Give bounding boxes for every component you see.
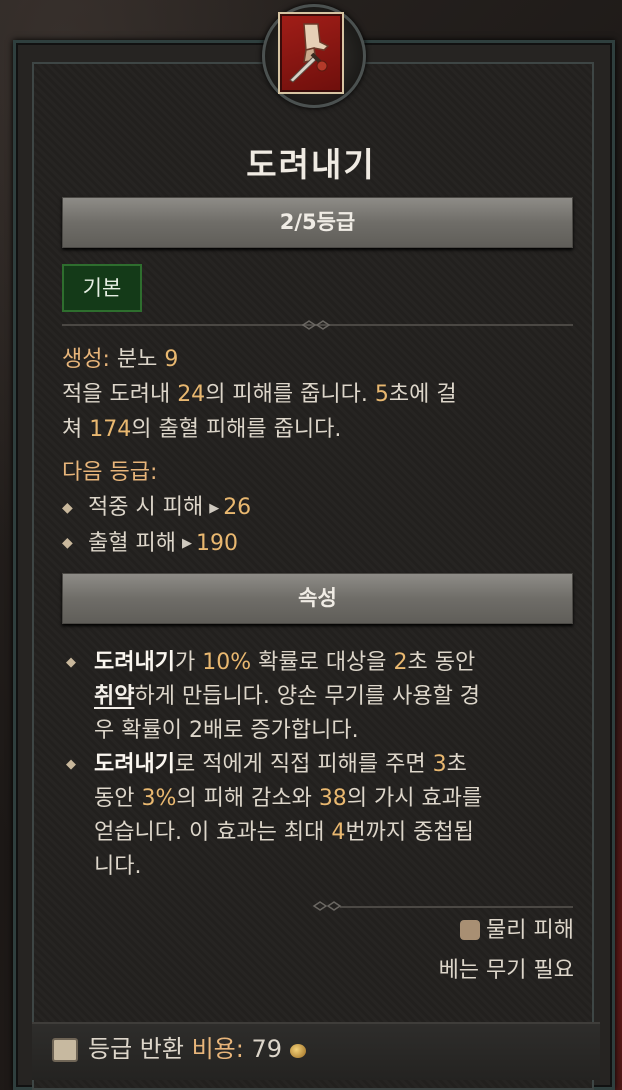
prop-text: 하게 만듭니다. 양손 무기를 사용할 경 [134, 684, 481, 709]
prop-text: 로 적에게 직접 피해를 주면 [174, 752, 433, 777]
tag-basic: 기본 [62, 264, 142, 312]
gauntlet-dagger-icon [289, 23, 330, 83]
property-item-2: ◆ 도려내기로 적에게 직접 피해를 주면 3초 동안 3%의 피해 감소와 3… [66, 748, 566, 884]
generate-value: 9 [164, 347, 179, 372]
desc-text: 의 출혈 피해를 줍니다. [131, 417, 342, 442]
divider-ornament [301, 320, 331, 330]
desc-text: 의 피해를 줍니다. [205, 382, 375, 407]
next-rank-row: ◆ 출혈 피해 ▶ 190 [62, 526, 582, 562]
prop-text: 확률로 대상을 [251, 650, 394, 675]
prop-text: 얻습니다. 이 효과는 최대 [94, 820, 332, 845]
damage-type-label: 물리 피해 [486, 918, 574, 943]
gold-coin-icon [289, 1044, 306, 1058]
next-rank-block: 다음 등급: ◆ 적중 시 피해 ▶ 26 ◆ 출혈 피해 ▶ 190 [62, 455, 582, 561]
fist-icon [460, 920, 481, 940]
damage-type-tag: 물리 피해 [460, 912, 574, 944]
properties-header: 속성 [298, 586, 337, 610]
next-rank-stat-value: 190 [195, 530, 238, 556]
refund-button-icon[interactable] [52, 1038, 78, 1062]
prop-text: 번까지 중첩됩 [345, 820, 474, 845]
vulnerable-keyword-link[interactable]: 취약 [94, 684, 134, 709]
skill-description: 생성: 분노 9 적을 도려내 24의 피해를 줍니다. 5초에 걸 쳐 174… [62, 342, 582, 447]
weapon-requirement: 베는 무기 필요 [439, 952, 574, 984]
prop-text: 우 확률이 2배로 증가합니다. [94, 718, 359, 743]
generate-label: 생성: [62, 347, 110, 372]
refund-label: 등급 반환 [88, 1035, 184, 1063]
rank-label: 2/5등급 [279, 210, 356, 234]
description-line-2: 쳐 174의 출혈 피해를 줍니다. [62, 412, 582, 447]
prop-thorns-value: 38 [318, 786, 347, 811]
generate-line: 생성: 분노 9 [62, 342, 582, 377]
skill-name-ref: 도려내기 [94, 752, 175, 777]
rank-bar: 2/5등급 [62, 197, 573, 248]
desc-text: 적을 도려내 [62, 382, 178, 407]
next-rank-stat-label: 적중 시 피해 [88, 495, 204, 520]
tag-basic-label: 기본 [82, 276, 122, 300]
prop-text: 동안 [94, 786, 142, 811]
prop-seconds-value: 2 [393, 650, 408, 675]
property-item-1: ◆ 도려내기가 10% 확률로 대상을 2초 동안 취약하게 만듭니다. 양손 … [66, 646, 566, 748]
prop-text: 가 [174, 650, 203, 675]
desc-text: 쳐 [62, 417, 90, 442]
prop-text: 의 피해 감소와 [176, 786, 319, 811]
cost-value: 79 [251, 1035, 283, 1063]
prop-text: 니다. [94, 854, 142, 879]
bullet-icon: ◆ [66, 757, 76, 772]
desc-text: 초에 걸 [388, 382, 457, 407]
desc-bleed-value: 174 [89, 417, 132, 442]
prop-chance-value: 10% [202, 650, 252, 675]
property-text-line: 도려내기가 10% 확률로 대상을 2초 동안 [94, 646, 566, 680]
tags-divider [340, 906, 573, 908]
prop-text: 의 가시 효과를 [346, 786, 483, 811]
next-rank-label: 다음 등급: [62, 460, 158, 485]
prop-text: 초 [446, 752, 467, 777]
prop-stacks-value: 4 [331, 820, 346, 845]
cost-label: 비용: [191, 1035, 244, 1063]
desc-seconds-value: 5 [374, 382, 389, 407]
description-line-1: 적을 도려내 24의 피해를 줍니다. 5초에 걸 [62, 377, 582, 412]
property-text-line: 취약하게 만듭니다. 양손 무기를 사용할 경 [94, 680, 566, 714]
bullet-icon: ◆ [66, 655, 76, 670]
refund-cost-line: 등급 반환 비용: 79 [88, 1031, 306, 1067]
prop-reduction-value: 3% [141, 786, 177, 811]
property-text-line: 동안 3%의 피해 감소와 38의 가시 효과를 [94, 782, 566, 816]
bullet-icon: ◆ [62, 535, 73, 551]
prop-seconds-value: 3 [432, 752, 447, 777]
generate-resource: 분노 [116, 347, 158, 372]
desc-damage-value: 24 [177, 382, 206, 407]
skill-icon-rend [278, 12, 344, 94]
prop-text: 초 동안 [407, 650, 476, 675]
skill-name-ref: 도려내기 [94, 650, 175, 675]
divider-ornament [312, 901, 342, 911]
arrow-right-icon: ▶ [209, 500, 220, 516]
next-rank-stat-label: 출혈 피해 [88, 530, 176, 556]
property-text-line: 도려내기로 적에게 직접 피해를 주면 3초 [94, 748, 566, 782]
bullet-icon: ◆ [62, 499, 73, 516]
arrow-right-icon: ▶ [181, 536, 192, 551]
property-text-line: 우 확률이 2배로 증가합니다. [94, 714, 566, 748]
property-text-line: 얻습니다. 이 효과는 최대 4번까지 중첩됩 [94, 816, 566, 850]
weapon-requirement-label: 베는 무기 필요 [438, 958, 574, 983]
property-text-line: 니다. [94, 850, 566, 884]
next-rank-stat-value: 26 [223, 495, 252, 520]
next-rank-row: ◆ 적중 시 피해 ▶ 26 [62, 490, 582, 526]
properties-header-bar: 속성 [62, 573, 573, 624]
skill-title: 도려내기 [246, 145, 376, 184]
